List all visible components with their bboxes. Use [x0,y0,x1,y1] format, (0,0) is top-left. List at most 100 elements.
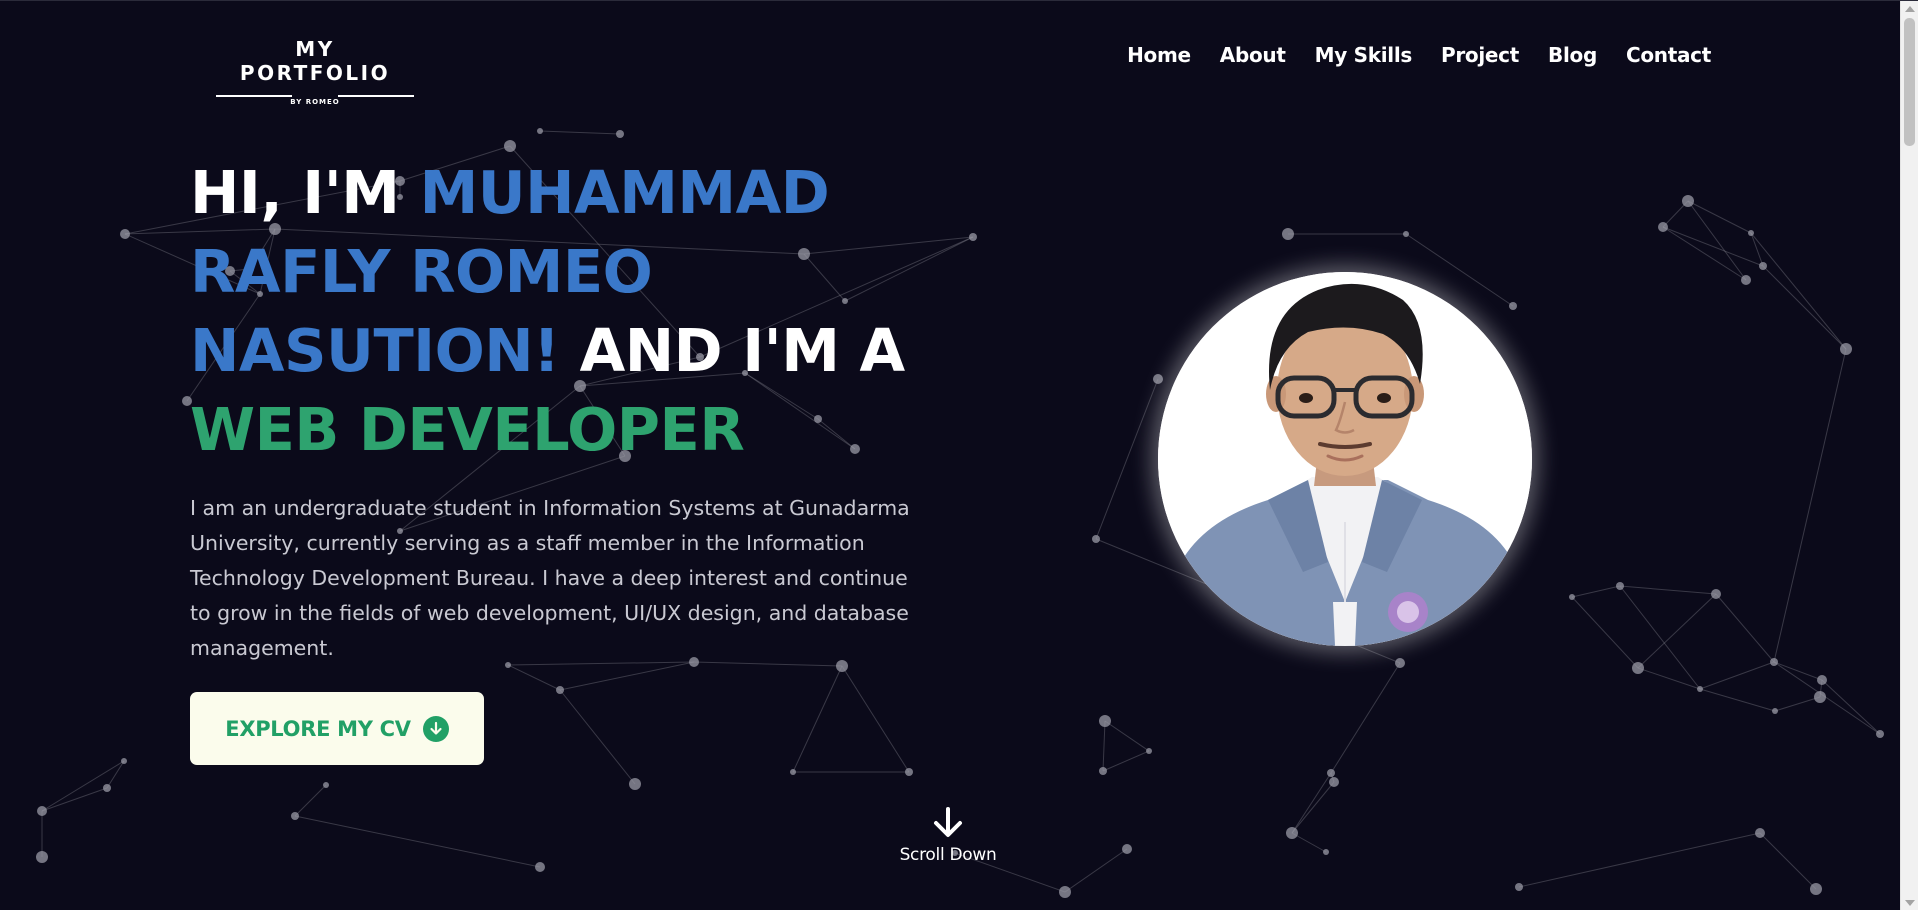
hero-greeting: HI, I'M [190,158,420,227]
scroll-down-arrow-icon[interactable] [1905,900,1915,906]
particle-link [1715,593,1775,663]
particle-link [1571,585,1621,598]
particle-link [1619,585,1717,595]
particle-link [1095,378,1159,540]
particle-dot [1092,535,1100,543]
particle-dot [1814,691,1826,703]
particle-dot [1323,849,1329,855]
hero-role: WEB DEVELOPER [190,395,745,464]
particle-dot [629,778,641,790]
particle-link [1759,832,1817,890]
scroll-up-arrow-icon[interactable] [1905,6,1915,12]
particle-link [1773,348,1847,663]
hero-description: I am an undergraduate student in Informa… [190,496,910,660]
particle-link [841,665,910,773]
hero-heading: HI, I'M MUHAMMAD RAFLY ROMEO NASUTION! A… [190,153,950,469]
particle-dot [1327,769,1335,777]
page-scrollbar[interactable] [1900,1,1918,910]
particle-link [1750,232,1764,267]
portfolio-page: MY PORTFOLIO BY ROMEO Home About My Skil… [0,0,1918,910]
arrow-down-circle-icon [422,715,449,742]
particle-link [507,664,561,691]
particle-dot [1876,730,1884,738]
particle-dot [504,140,516,152]
particle-dot [1099,767,1107,775]
nav-blog[interactable]: Blog [1548,43,1597,67]
particle-dot [616,130,624,138]
particle-link [294,784,327,817]
particle-dot [1632,662,1644,674]
particle-link [559,689,636,785]
particle-link [1571,596,1639,669]
particle-link [1637,667,1701,690]
particle-link [559,661,695,691]
particle-link [1518,832,1761,888]
scroll-down-label: Scroll Down [899,845,997,865]
particle-link [1699,661,1775,690]
particle-dot [1122,844,1132,854]
particle-dot [1748,230,1754,236]
particle-dot [1759,262,1767,270]
logo-title: MY PORTFOLIO [239,37,391,85]
site-logo[interactable]: MY PORTFOLIO BY ROMEO [216,37,414,106]
particle-dot [1682,195,1694,207]
particle-link [1637,593,1717,669]
logo-subtitle-row: BY ROMEO [216,91,414,106]
particle-dot [1403,231,1409,237]
particle-dot [1770,658,1778,666]
logo-subtitle: BY ROMEO [290,98,340,106]
particle-link [41,760,125,812]
particle-link [1662,226,1747,281]
particle-dot [1569,594,1575,600]
nav-home[interactable]: Home [1127,43,1191,67]
scrollbar-thumb[interactable] [1904,18,1915,146]
particle-dot [1658,222,1668,232]
particle-dot [1755,828,1765,838]
particle-link [1102,720,1106,772]
particle-link [1102,750,1150,772]
arrow-down-icon [931,807,965,843]
particle-link [1291,781,1335,834]
explore-cv-button[interactable]: EXPLORE MY CV [190,692,484,765]
particle-dot [323,782,329,788]
scroll-down-indicator[interactable]: Scroll Down [888,807,1008,865]
particle-link [1773,661,1881,735]
particle-dot [1329,777,1339,787]
particle-dot [1711,589,1721,599]
particle-link [1687,200,1752,234]
particle-dot [1395,658,1405,668]
particle-dot [120,229,130,239]
hero-connector: AND I'M A [559,316,906,385]
nav-about[interactable]: About [1220,43,1286,67]
nav-contact[interactable]: Contact [1626,43,1711,67]
particle-dot [1772,708,1778,714]
particle-link [1762,265,1847,350]
particle-link [1773,661,1823,681]
particle-link [294,815,541,868]
particle-link [1619,585,1701,690]
particle-link [1750,232,1847,350]
particle-dot [1741,275,1751,285]
particle-link [1064,848,1128,893]
particle-dot [36,851,48,863]
particle-link [1291,772,1332,834]
particle-dot [1146,748,1152,754]
particle-dot [905,768,913,776]
particle-link [1699,688,1776,712]
particle-dot [121,758,127,764]
profile-photo [1158,272,1532,646]
particle-dot [1286,827,1298,839]
nav-project[interactable]: Project [1441,43,1519,67]
particle-dot [790,769,796,775]
particle-link [1104,720,1150,752]
particle-dot [969,233,977,241]
particle-dot [1099,715,1111,727]
particle-link [1330,662,1401,774]
particle-link [1662,226,1764,267]
main-navigation: Home About My Skills Project Blog Contac… [1127,43,1711,67]
nav-my-skills[interactable]: My Skills [1315,43,1413,67]
particle-dot [1817,675,1827,685]
particle-dot [1282,228,1294,240]
particle-dot [1840,343,1852,355]
particle-dot [103,784,111,792]
